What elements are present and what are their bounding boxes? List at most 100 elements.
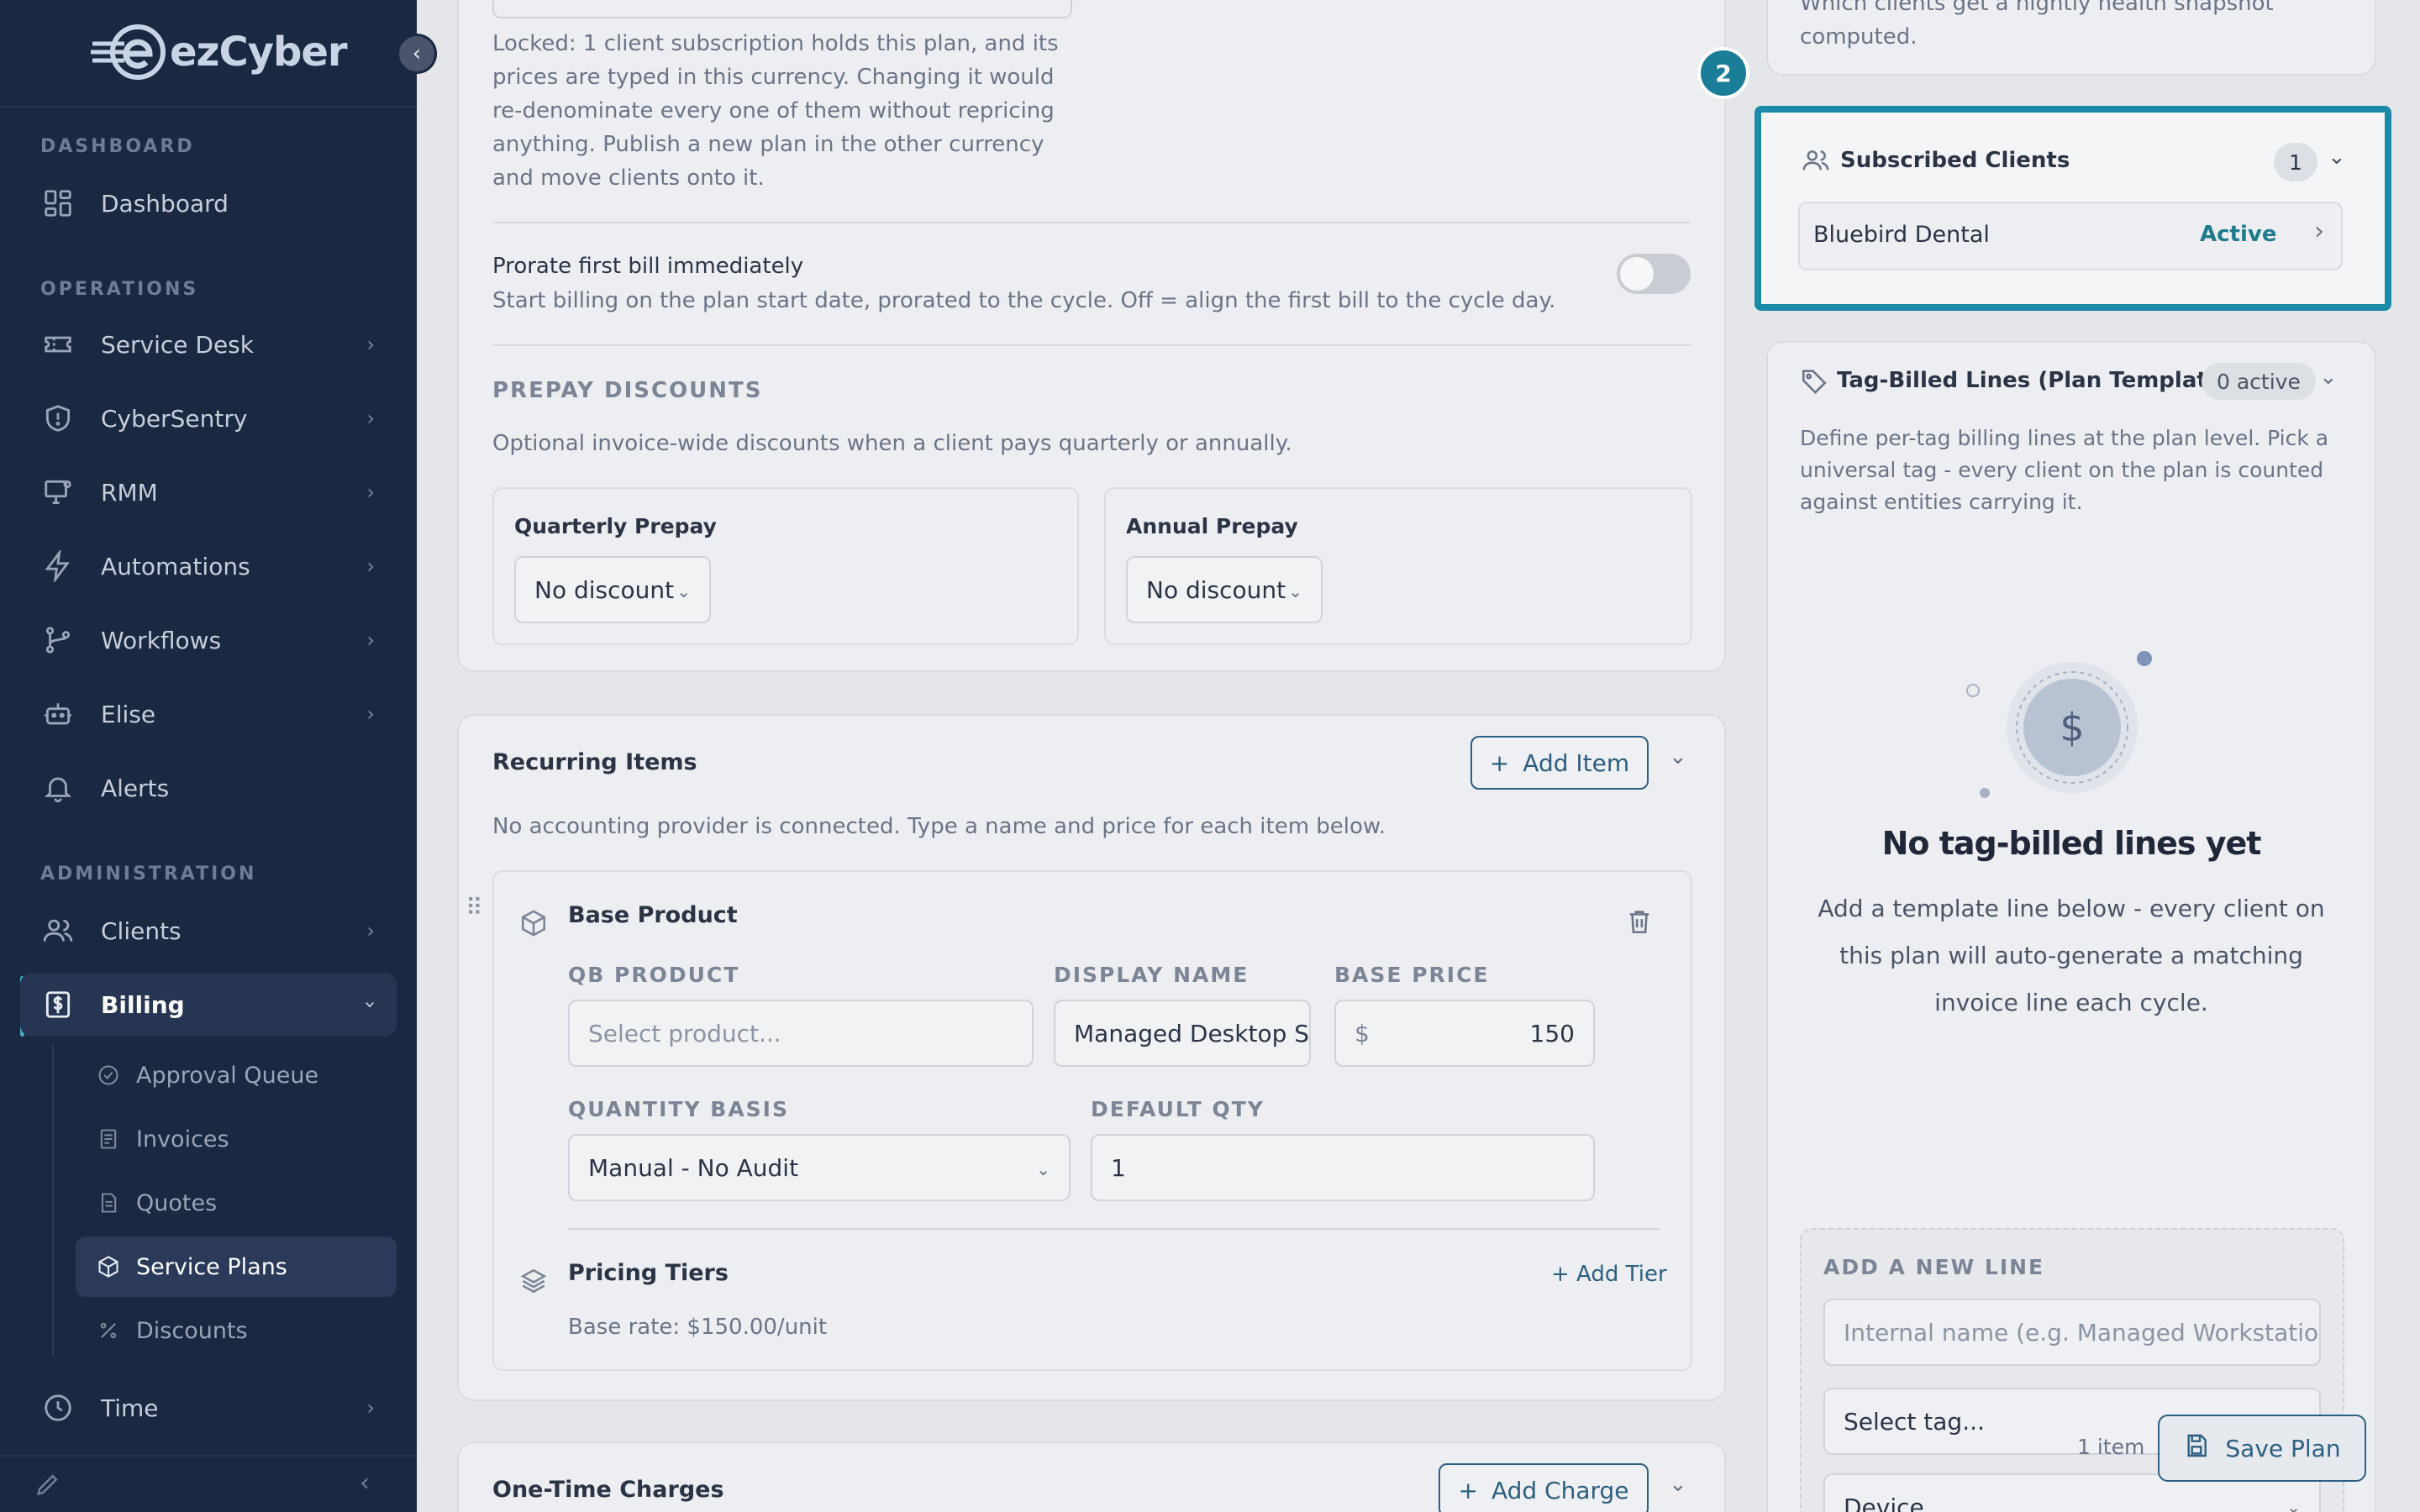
save-icon [2183, 1432, 2210, 1465]
sidebar-toggle-button[interactable]: ‹ [397, 34, 437, 74]
qb-product-label: QB PRODUCT [568, 963, 740, 987]
sub-label: Quotes [136, 1189, 218, 1216]
client-status: Active [2200, 222, 2277, 247]
pencil-icon[interactable] [34, 1470, 62, 1502]
currency-lock-note: Locked: 1 client subscription holds this… [492, 31, 1059, 191]
nav-label: Automations [101, 552, 250, 580]
nav-service-plans[interactable]: Service Plans [76, 1236, 397, 1297]
quarterly-prepay-select[interactable]: No discount ⌄ [514, 556, 711, 623]
chevron-down-icon: ⌄ [2286, 1497, 2301, 1512]
collapse-chevron-icon[interactable]: ⌄ [2328, 144, 2346, 170]
nav-label: Service Desk [101, 330, 254, 359]
monitor-icon [40, 475, 76, 510]
trash-icon[interactable] [1625, 907, 1654, 939]
quantity-basis-select[interactable]: Manual - No Audit ⌄ [568, 1134, 1071, 1201]
chevron-right-icon: › [366, 1396, 375, 1420]
nav-label: CyberSentry [101, 404, 248, 433]
nav-time[interactable]: Time › [20, 1376, 397, 1440]
tag-lines-title: Tag-Billed Lines (Plan Template) [1837, 368, 2233, 393]
base-price-input[interactable]: $ 150 [1334, 1000, 1595, 1067]
add-charge-label: Add Charge [1491, 1476, 1629, 1504]
dollar-illustration-icon: $ [1966, 651, 2152, 798]
display-name-input[interactable]: Managed Desktop Su [1054, 1000, 1311, 1067]
health-snapshot-note: Which clients get a nightly health snaps… [1800, 0, 2274, 50]
nav-label: Dashboard [101, 189, 229, 218]
select-value: No discount [534, 575, 675, 604]
sub-label: Approval Queue [136, 1062, 319, 1089]
divider [568, 1228, 1660, 1230]
svg-text:$: $ [2060, 705, 2084, 750]
empty-state-desc: Add a template line below - every client… [1818, 895, 2325, 1016]
base-price-label: BASE PRICE [1334, 963, 1490, 987]
empty-state-title: No tag-billed lines yet [1881, 825, 2262, 862]
sidebar: ezCyber DASHBOARD Dashboard OPERATIONS S… [0, 0, 417, 1512]
nav-quotes[interactable]: Quotes [76, 1173, 397, 1233]
nav-label: Billing [101, 990, 185, 1019]
brand-logo[interactable]: ezCyber [91, 22, 348, 82]
collapse-chevron-icon[interactable]: ⌄ [1669, 1472, 1687, 1497]
sub-label: Discounts [136, 1317, 248, 1344]
nav-discounts[interactable]: Discounts [76, 1300, 397, 1361]
plus-icon: + [1458, 1476, 1478, 1504]
nav-cybersentry[interactable]: CyberSentry › [20, 386, 397, 450]
add-new-line-heading: ADD A NEW LINE [1823, 1255, 2045, 1279]
collapse-chevron-icon[interactable]: ⌄ [2319, 365, 2338, 390]
save-plan-label: Save Plan [2225, 1434, 2341, 1462]
save-plan-button[interactable]: Save Plan [2158, 1415, 2366, 1482]
nav-alerts[interactable]: Alerts [20, 756, 397, 820]
nav-workflows[interactable]: Workflows › [20, 608, 397, 672]
nav-elise[interactable]: Elise › [20, 682, 397, 746]
add-tier-link[interactable]: + Add Tier [1551, 1262, 1667, 1287]
select-value: Manual - No Audit [588, 1153, 799, 1182]
nav-label: Alerts [101, 774, 170, 802]
annual-prepay-label: Annual Prepay [1126, 514, 1298, 538]
document-icon [96, 1126, 121, 1152]
collapse-sidebar-icon[interactable]: ‹ [360, 1468, 370, 1498]
sidebar-footer: ‹ [0, 1455, 417, 1512]
package-icon [96, 1254, 121, 1279]
divider [492, 344, 1691, 346]
prepay-heading: PREPAY DISCOUNTS [492, 378, 763, 403]
chevron-left-icon: ‹ [412, 41, 422, 66]
prorate-title: Prorate first bill immediately [492, 254, 804, 279]
drag-handle-icon[interactable]: ⠿ [466, 894, 483, 921]
nav-label: Elise [101, 700, 156, 728]
default-qty-input[interactable]: 1 [1091, 1134, 1595, 1201]
nav-dashboard[interactable]: Dashboard [20, 171, 397, 235]
nav-billing[interactable]: Billing › [20, 973, 397, 1037]
nav-service-desk[interactable]: Service Desk › [20, 312, 397, 376]
users-icon [40, 913, 76, 948]
select-value: Device [1844, 1493, 1924, 1512]
annual-prepay-select[interactable]: No discount ⌄ [1126, 556, 1323, 623]
subscribed-clients-title: Subscribed Clients [1840, 148, 2070, 173]
base-price-value: 150 [1529, 1019, 1575, 1047]
collapse-chevron-icon[interactable]: ⌄ [1669, 744, 1687, 769]
nav-clients[interactable]: Clients › [20, 899, 397, 963]
add-charge-button[interactable]: + Add Charge [1439, 1463, 1649, 1512]
step-badge: 2 [1697, 47, 1749, 99]
prepay-desc: Optional invoice-wide discounts when a c… [492, 431, 1292, 456]
one-time-charges-title: One-Time Charges [492, 1477, 724, 1503]
percent-icon [96, 1318, 121, 1343]
client-row[interactable]: Bluebird Dental Active › [1798, 202, 2343, 270]
nav-invoices[interactable]: Invoices [76, 1109, 397, 1169]
nav-rmm[interactable]: RMM › [20, 460, 397, 524]
section-dashboard: DASHBOARD [40, 136, 195, 157]
tag-lines-desc: Define per-tag billing lines at the plan… [1800, 426, 2329, 514]
recurring-items-title: Recurring Items [492, 749, 697, 775]
section-operations: OPERATIONS [40, 279, 199, 300]
base-product-title: Base Product [568, 902, 738, 928]
chevron-down-icon: ⌄ [1288, 581, 1302, 601]
add-item-label: Add Item [1523, 748, 1630, 777]
tag-icon [1800, 366, 1828, 398]
nav-approval-queue[interactable]: Approval Queue [76, 1045, 397, 1105]
internal-name-input[interactable]: Internal name (e.g. Managed Workstation) [1823, 1299, 2321, 1366]
client-name: Bluebird Dental [1813, 222, 1990, 248]
prorate-toggle[interactable] [1617, 254, 1691, 294]
chevron-right-icon: › [2314, 217, 2324, 246]
display-name-label: DISPLAY NAME [1054, 963, 1249, 987]
nav-automations[interactable]: Automations › [20, 534, 397, 598]
chevron-right-icon: › [366, 480, 375, 504]
add-item-button[interactable]: + Add Item [1470, 736, 1649, 790]
qb-product-select[interactable]: Select product... [568, 1000, 1034, 1067]
